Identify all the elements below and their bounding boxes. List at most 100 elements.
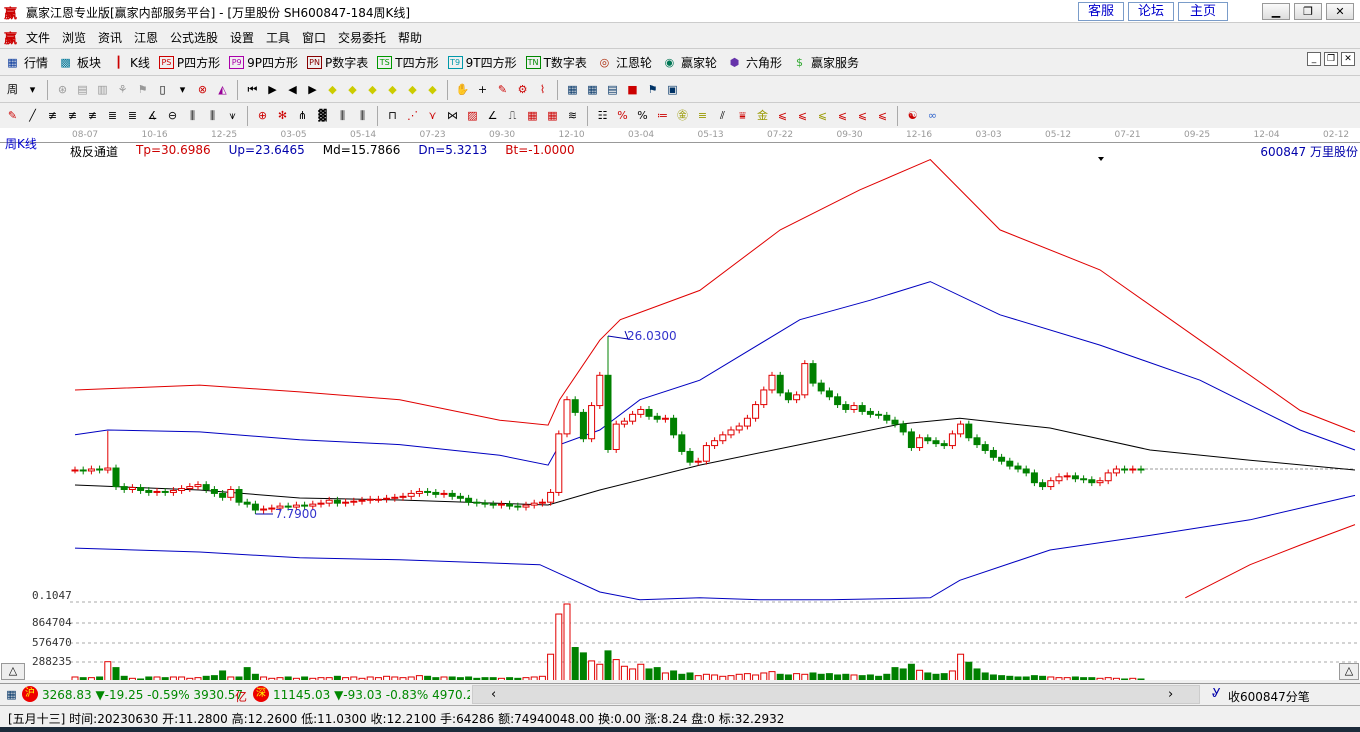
toolbar-button-7[interactable]: T9 9T四方形 bbox=[447, 54, 517, 71]
tool-icon[interactable]: ≣ bbox=[124, 107, 141, 124]
tool-icon[interactable]: ▤ bbox=[74, 81, 91, 98]
collapse-indicator-button[interactable]: △ bbox=[1339, 663, 1359, 680]
hand-icon[interactable]: ✋ bbox=[454, 81, 471, 98]
tool-icon[interactable]: ⫼ bbox=[354, 107, 371, 124]
menu-formula[interactable]: 公式选股 bbox=[170, 29, 218, 46]
menu-trade[interactable]: 交易委托 bbox=[338, 29, 386, 46]
tool-icon[interactable]: ∡ bbox=[144, 107, 161, 124]
tool-icon[interactable]: ⩸ bbox=[734, 107, 751, 124]
calc-icon[interactable]: ▦ bbox=[584, 81, 601, 98]
period-icon[interactable]: 周 bbox=[4, 81, 21, 98]
menu-help[interactable]: 帮助 bbox=[398, 29, 422, 46]
tool-icon[interactable]: ⩽ bbox=[874, 107, 891, 124]
tool-icon[interactable]: ⊕ bbox=[254, 107, 271, 124]
tool-icon[interactable]: ≢ bbox=[64, 107, 81, 124]
toolbar-button-11[interactable]: ⬢ 六角形 bbox=[726, 54, 782, 71]
save-icon[interactable]: ■ bbox=[624, 81, 641, 98]
tool-icon[interactable]: ▥ bbox=[94, 81, 111, 98]
toolbar-button-0[interactable]: ▦ 行情 bbox=[4, 54, 48, 71]
toolbar-button-10[interactable]: ◉ 赢家轮 bbox=[661, 54, 717, 71]
fan-icon[interactable]: ⋰ bbox=[404, 107, 421, 124]
toolbar-button-12[interactable]: $ 赢家服务 bbox=[791, 54, 859, 71]
toolbar-button-5[interactable]: PN P数字表 bbox=[307, 54, 368, 71]
note-icon[interactable]: ▤ bbox=[604, 81, 621, 98]
tool-icon[interactable]: ⎍ bbox=[504, 107, 521, 124]
ticker-scrollbar[interactable]: ‹ › bbox=[472, 685, 1200, 704]
tool-icon[interactable]: ⚘ bbox=[114, 81, 131, 98]
infinity-icon[interactable]: ∞ bbox=[924, 107, 941, 124]
tool-icon[interactable]: ⋔ bbox=[294, 107, 311, 124]
tool-icon[interactable]: ⊓ bbox=[384, 107, 401, 124]
toolbar-button-8[interactable]: TN T数字表 bbox=[525, 54, 587, 71]
scroll-left-icon[interactable]: ‹ bbox=[491, 687, 496, 702]
zoom-icon[interactable]: ◆ bbox=[404, 81, 421, 98]
tool-icon[interactable]: ⩽ bbox=[814, 107, 831, 124]
menu-gann[interactable]: 江恩 bbox=[134, 29, 158, 46]
tool-icon[interactable]: ✻ bbox=[274, 107, 291, 124]
calendar-icon[interactable]: ▦ bbox=[564, 81, 581, 98]
tool-icon[interactable]: ∠ bbox=[484, 107, 501, 124]
tool-icon[interactable]: ⫼ bbox=[334, 107, 351, 124]
draw-icon[interactable]: ⚙ bbox=[514, 81, 531, 98]
toolbar-button-6[interactable]: TS T四方形 bbox=[377, 54, 439, 71]
scroll-right-icon[interactable]: › bbox=[1168, 687, 1173, 702]
circle-icon[interactable]: ⊖ bbox=[164, 107, 181, 124]
minimize-button[interactable]: ▁ bbox=[1262, 3, 1290, 20]
cross-icon[interactable]: + bbox=[474, 81, 491, 98]
toolbar-button-4[interactable]: P9 9P四方形 bbox=[229, 54, 298, 71]
menu-file[interactable]: 文件 bbox=[26, 29, 50, 46]
menu-window[interactable]: 窗口 bbox=[302, 29, 326, 46]
zoom-icon[interactable]: ◆ bbox=[424, 81, 441, 98]
expand-indicator-button[interactable]: △ bbox=[1, 663, 25, 680]
zoom-icon[interactable]: ◆ bbox=[324, 81, 341, 98]
tool-icon[interactable]: ≔ bbox=[654, 107, 671, 124]
tool-icon[interactable]: ≢ bbox=[44, 107, 61, 124]
tool-icon[interactable]: ⋈ bbox=[444, 107, 461, 124]
pen-icon[interactable]: ✎ bbox=[4, 107, 21, 124]
crosshair-icon[interactable]: ⊗ bbox=[194, 81, 211, 98]
gold-icon[interactable]: ≡ bbox=[694, 107, 711, 124]
tool-icon[interactable]: ⊛ bbox=[54, 81, 71, 98]
next-icon[interactable]: ▶ bbox=[264, 81, 281, 98]
forward-icon[interactable]: ▶ bbox=[304, 81, 321, 98]
toolbar-button-9[interactable]: ◎ 江恩轮 bbox=[596, 54, 652, 71]
gold-icon[interactable]: ㊎ bbox=[674, 107, 691, 124]
menu-browse[interactable]: 浏览 bbox=[62, 29, 86, 46]
tool-icon[interactable]: ▓ bbox=[314, 107, 331, 124]
forum-link[interactable]: 论坛 bbox=[1128, 2, 1174, 21]
kline-chart[interactable]: 周K线 极反通道 Tp=30.6986 Up=23.6465 Md=15.786… bbox=[0, 128, 1360, 680]
tool-icon[interactable]: ▨ bbox=[464, 107, 481, 124]
dropdown-icon[interactable]: ▾ bbox=[174, 81, 191, 98]
tool-icon[interactable]: ⫽ bbox=[714, 107, 731, 124]
restore-button[interactable]: ❐ bbox=[1294, 3, 1322, 20]
menu-tools[interactable]: 工具 bbox=[266, 29, 290, 46]
tool-icon[interactable]: ▯ bbox=[154, 81, 171, 98]
prev-icon[interactable]: ◀ bbox=[284, 81, 301, 98]
first-icon[interactable]: ⏮ bbox=[244, 81, 261, 98]
tool-icon[interactable]: ⩽ bbox=[854, 107, 871, 124]
menu-info[interactable]: 资讯 bbox=[98, 29, 122, 46]
chart-canvas[interactable] bbox=[0, 128, 1360, 680]
taiji-icon[interactable]: ☯ bbox=[904, 107, 921, 124]
zoom-icon[interactable]: ◆ bbox=[344, 81, 361, 98]
pencil-icon[interactable]: ✎ bbox=[494, 81, 511, 98]
tool-icon[interactable]: ⩽ bbox=[774, 107, 791, 124]
tool-icon[interactable]: ≢ bbox=[84, 107, 101, 124]
tool-icon[interactable]: ⫼ bbox=[184, 107, 201, 124]
gold-icon[interactable]: 金 bbox=[754, 107, 771, 124]
draw-icon[interactable]: ⌇ bbox=[534, 81, 551, 98]
tool-icon[interactable]: ⋎ bbox=[424, 107, 441, 124]
toolbar-button-1[interactable]: ▩ 板块 bbox=[57, 54, 101, 71]
toolbar-button-3[interactable]: PS P四方形 bbox=[158, 54, 220, 71]
zoom-icon[interactable]: ◆ bbox=[364, 81, 381, 98]
toolbar-button-2[interactable]: ┃ K线 bbox=[110, 54, 150, 71]
line-icon[interactable]: ╱ bbox=[24, 107, 41, 124]
tool-icon[interactable]: ⩽ bbox=[834, 107, 851, 124]
customer-service-link[interactable]: 客服 bbox=[1078, 2, 1124, 21]
tool-icon[interactable]: ⩛ bbox=[224, 107, 241, 124]
tool-icon[interactable]: ☷ bbox=[594, 107, 611, 124]
print-icon[interactable]: ▣ bbox=[664, 81, 681, 98]
zoom-icon[interactable]: ◆ bbox=[384, 81, 401, 98]
lines-icon[interactable]: ≋ bbox=[564, 107, 581, 124]
tool-icon[interactable]: ⩽ bbox=[794, 107, 811, 124]
